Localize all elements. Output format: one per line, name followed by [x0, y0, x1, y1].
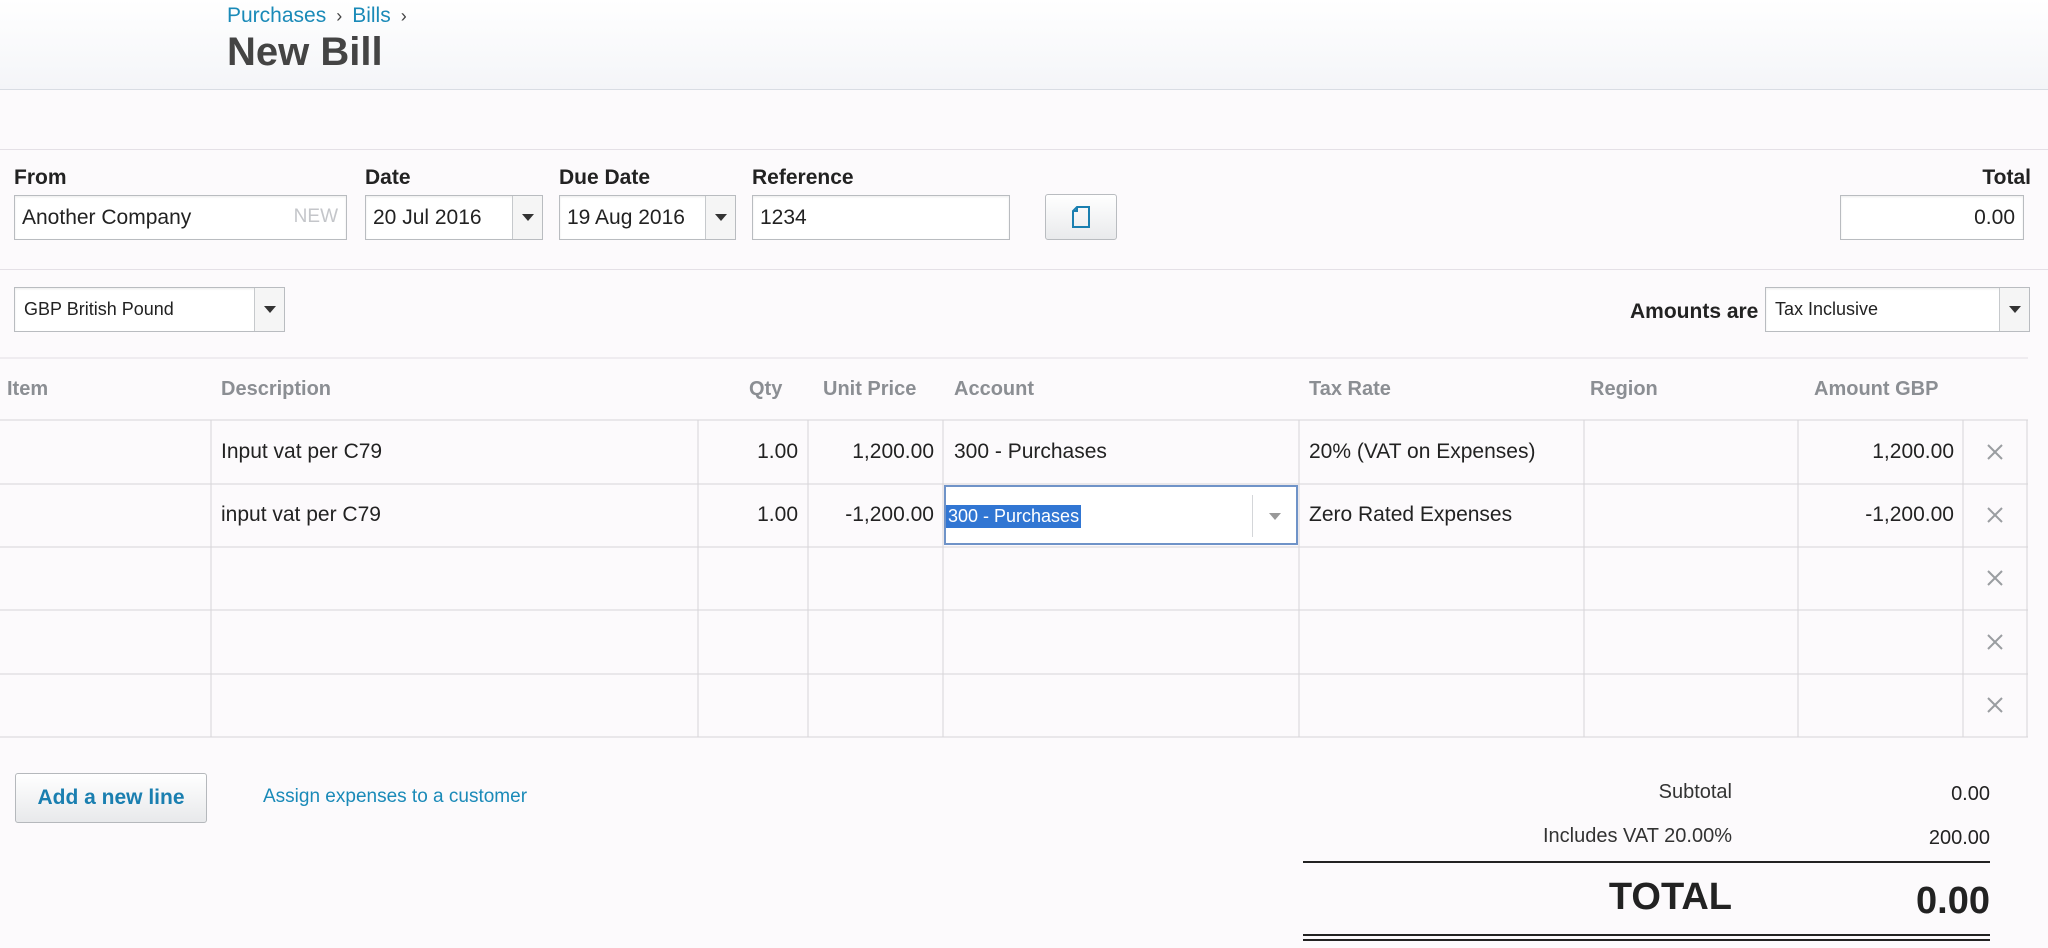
totals-divider [1303, 861, 1990, 863]
breadcrumb-bills[interactable]: Bills [352, 4, 391, 28]
document-icon [1072, 206, 1090, 228]
grand-total-value: 0.00 [1916, 880, 1990, 922]
date-field[interactable] [365, 195, 543, 240]
chevron-down-icon [714, 214, 727, 221]
page-title: New Bill [227, 30, 383, 74]
column-header-description: Description [221, 378, 332, 400]
reference-field[interactable] [752, 195, 1010, 240]
column-header-region: Region [1590, 378, 1658, 400]
amounts-are-dropdown-button[interactable] [1999, 288, 2029, 331]
subtotal-value: 0.00 [1951, 783, 1990, 805]
vat-label: Includes VAT 20.00% [1542, 825, 1732, 847]
chevron-down-icon [2008, 306, 2021, 313]
chevron-down-icon [1268, 512, 1281, 520]
page-header: Purchases › Bills › New Bill [0, 0, 2048, 90]
date-label: Date [365, 166, 411, 189]
currency-select[interactable]: GBP British Pound [14, 287, 285, 332]
delete-line-button[interactable] [1983, 440, 2007, 464]
column-header-qty: Qty [749, 378, 783, 400]
description-cell[interactable]: input vat per C79 [221, 503, 381, 527]
column-header-amount: Amount GBP [1814, 378, 1939, 400]
due-date-picker-button[interactable] [705, 196, 735, 239]
new-contact-tag: NEW [293, 206, 338, 227]
amount-cell[interactable]: -1,200.00 [1800, 503, 1954, 527]
delete-line-button[interactable] [1983, 693, 2007, 717]
reference-input[interactable] [753, 196, 1009, 239]
chevron-down-icon [263, 306, 276, 313]
close-icon [1987, 634, 2003, 650]
from-label: From [14, 166, 67, 189]
reference-label: Reference [752, 166, 854, 189]
due-date-input[interactable] [560, 196, 700, 239]
column-header-tax-rate: Tax Rate [1309, 378, 1391, 400]
delete-line-button[interactable] [1983, 630, 2007, 654]
amounts-are-value: Tax Inclusive [1775, 299, 1879, 319]
account-dropdown-button[interactable] [1252, 495, 1296, 537]
unit-price-cell[interactable]: -1,200.00 [810, 503, 934, 527]
account-cell[interactable]: 300 - Purchases [954, 440, 1107, 464]
column-header-unit-price: Unit Price [823, 378, 917, 400]
breadcrumb-separator: › [336, 5, 343, 26]
totals-double-rule-top [1303, 934, 1990, 936]
due-date-label: Due Date [559, 166, 651, 189]
tax-rate-cell[interactable]: 20% (VAT on Expenses) [1309, 440, 1535, 464]
total-label: Total [1982, 166, 2031, 189]
assign-expenses-link[interactable]: Assign expenses to a customer [263, 786, 527, 808]
delete-line-button[interactable] [1983, 566, 2007, 590]
attach-document-button[interactable] [1045, 194, 1117, 240]
close-icon [1987, 697, 2003, 713]
breadcrumb-separator: › [400, 5, 407, 26]
close-icon [1987, 570, 2003, 586]
qty-cell[interactable]: 1.00 [700, 440, 798, 464]
total-value: 0.00 [1974, 205, 2015, 229]
vat-value: 200.00 [1928, 827, 1990, 849]
due-date-field[interactable] [559, 195, 736, 240]
divider [0, 149, 2048, 150]
close-icon [1987, 444, 2003, 460]
grand-total-label: TOTAL [1608, 876, 1732, 918]
close-icon [1987, 507, 2003, 523]
amounts-are-label: Amounts are [1630, 300, 1759, 323]
unit-price-cell[interactable]: 1,200.00 [810, 440, 934, 464]
chevron-down-icon [521, 214, 534, 221]
qty-cell[interactable]: 1.00 [700, 503, 798, 527]
column-header-item: Item [7, 378, 49, 400]
totals-double-rule-bottom [1303, 939, 1990, 941]
currency-value: GBP British Pound [24, 299, 174, 319]
date-picker-button[interactable] [512, 196, 542, 239]
from-field[interactable]: NEW [14, 195, 347, 240]
currency-dropdown-button[interactable] [254, 288, 284, 331]
amounts-are-select[interactable]: Tax Inclusive [1765, 287, 2030, 332]
tax-rate-cell[interactable]: Zero Rated Expenses [1309, 503, 1512, 527]
subtotal-label: Subtotal [1658, 781, 1732, 803]
breadcrumb-purchases[interactable]: Purchases [227, 4, 326, 28]
divider [0, 269, 2048, 270]
account-editor[interactable]: 300 - Purchases [944, 485, 1298, 545]
column-header-account: Account [954, 378, 1034, 400]
delete-line-button[interactable] [1983, 503, 2007, 527]
amount-cell[interactable]: 1,200.00 [1800, 440, 1954, 464]
account-selected-text[interactable]: 300 - Purchases [946, 505, 1082, 528]
add-new-line-button[interactable]: Add a new line [15, 773, 207, 823]
description-cell[interactable]: Input vat per C79 [221, 440, 382, 464]
breadcrumb: Purchases › Bills › [227, 4, 417, 28]
date-input[interactable] [366, 196, 506, 239]
total-field: 0.00 [1840, 195, 2024, 240]
